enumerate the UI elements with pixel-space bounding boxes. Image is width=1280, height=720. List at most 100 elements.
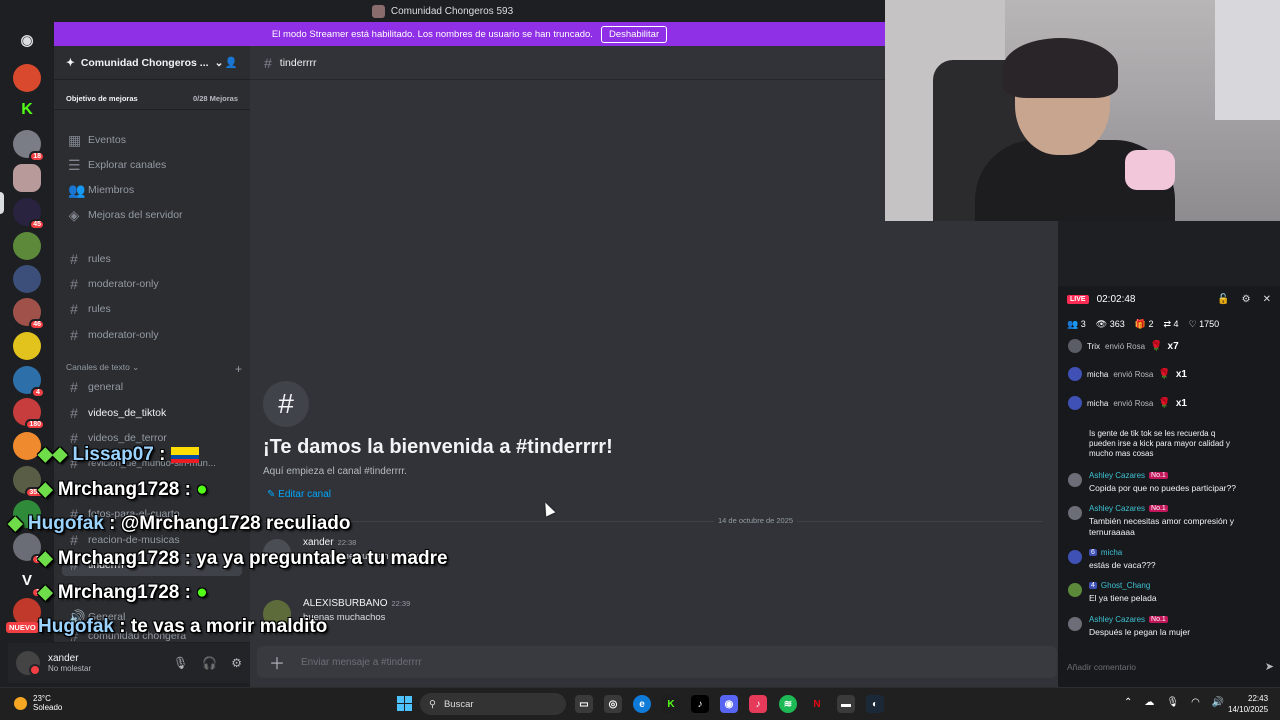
terminal-icon[interactable]: ▬: [837, 695, 855, 713]
chevron-down-icon: ⌄: [214, 56, 224, 69]
sidebar-item-events[interactable]: ▦ Eventos: [62, 129, 242, 151]
list-icon: ☰: [68, 156, 81, 173]
server-icon[interactable]: [13, 265, 41, 293]
sidebar-item-browse-channels[interactable]: ☰ Explorar canales: [62, 154, 242, 176]
rose-icon: 🌹: [1158, 397, 1171, 409]
server-icon[interactable]: 46: [13, 298, 45, 330]
hash-icon: #: [70, 276, 78, 292]
weather-temp: 23°C: [33, 694, 51, 703]
server-icon[interactable]: [13, 232, 41, 260]
message-author[interactable]: ALEXISBURBANO: [303, 598, 387, 609]
microphone-icon[interactable]: 🎙: [1166, 697, 1179, 708]
tiktok-studio-icon[interactable]: ♪: [749, 695, 767, 713]
diamond-icon: ◆: [38, 548, 58, 569]
chevron-down-icon: ⌄: [132, 362, 140, 372]
overlay-text: ya ya preguntale a tu madre: [196, 548, 448, 569]
cloud-icon[interactable]: ☁: [1144, 697, 1154, 708]
server-icon[interactable]: [13, 332, 41, 360]
weather-widget[interactable]: 23°C Soleado: [14, 694, 62, 712]
tiktok-icon[interactable]: ♪: [691, 695, 709, 713]
add-channel-icon[interactable]: +: [235, 362, 242, 376]
channel-title: tinderrrr: [279, 56, 317, 69]
spotify-icon[interactable]: ≋: [779, 695, 797, 713]
close-icon[interactable]: ✕: [1263, 294, 1271, 305]
sidebar-item-server-boosts[interactable]: ◈ Mejoras del servidor: [62, 204, 242, 226]
file-explorer-icon[interactable]: ▭: [575, 695, 593, 713]
windows-start-icon[interactable]: [397, 696, 412, 711]
edit-channel-link[interactable]: ✎ Editar canal: [267, 489, 331, 500]
message-composer[interactable]: ＋ Enviar mensaje a #tinderrrr: [257, 646, 1057, 678]
overlay-chat-line: ◆ Mrchang1728 : ●: [38, 582, 208, 603]
edge-icon[interactable]: e: [633, 695, 651, 713]
ecuador-flag-icon: [170, 446, 199, 463]
invite-people-icon[interactable]: 👤: [225, 56, 238, 69]
server-icon[interactable]: 45: [13, 198, 45, 230]
obs-icon[interactable]: ◎: [604, 695, 622, 713]
discord-icon[interactable]: ◉: [720, 695, 738, 713]
composer-placeholder: Enviar mensaje a #tinderrrr: [301, 656, 422, 668]
gift-count: x7: [1167, 340, 1179, 352]
server-header[interactable]: ✦ Comunidad Chongeros ... ⌄ 👤: [54, 46, 250, 80]
kick-icon[interactable]: K: [662, 695, 680, 713]
kick-server-icon[interactable]: K: [13, 96, 41, 124]
server-icon[interactable]: 18: [13, 130, 45, 162]
boost-goal-bar[interactable]: Objetivo de mejoras 0/28 Mejoras: [54, 88, 250, 110]
overlay-chat-line: Hugofak : te vas a morir maldito: [38, 616, 328, 637]
steam-icon[interactable]: ◐: [866, 695, 884, 713]
channel-rules[interactable]: # rules: [62, 298, 242, 320]
discord-home-icon[interactable]: ◉: [13, 26, 41, 54]
channel-label: general: [88, 381, 124, 393]
channel-label: rules: [88, 303, 111, 315]
mention-badge: 45: [29, 219, 45, 230]
search-label: Buscar: [443, 698, 474, 710]
sidebar-item-members[interactable]: 👥 Miembros: [62, 179, 242, 201]
server-icon[interactable]: 356: [13, 466, 45, 498]
server-icon[interactable]: [13, 64, 41, 92]
system-clock[interactable]: 22:43 14/10/2025: [1228, 693, 1268, 715]
server-name: Comunidad Chongeros ...: [80, 56, 209, 69]
headphones-icon[interactable]: 🎧: [202, 656, 217, 670]
add-attachment-icon[interactable]: ＋: [269, 650, 285, 674]
active-server-icon[interactable]: [13, 164, 41, 192]
server-icon[interactable]: 4: [13, 366, 45, 398]
settings-icon[interactable]: ⚙: [1242, 294, 1251, 305]
boost-label: Objetivo de mejoras: [66, 94, 138, 103]
microphone-icon[interactable]: 🎙: [173, 656, 188, 670]
new-badge: NUEVO: [6, 622, 39, 633]
avatar[interactable]: [16, 651, 41, 676]
avatar: [1068, 367, 1082, 381]
eye-icon: 👁: [1095, 319, 1108, 329]
members-icon: 👥: [68, 181, 86, 198]
mention-badge: 4: [31, 387, 45, 398]
channel-moderator-only[interactable]: # moderator-only: [62, 324, 242, 346]
disable-streamer-button[interactable]: Deshabilitar: [600, 25, 668, 43]
server-icon[interactable]: 2: [13, 533, 45, 565]
gift-action: envió Rosa: [1113, 369, 1154, 379]
stat-views: 363: [1109, 319, 1125, 329]
send-icon[interactable]: ➤: [1265, 660, 1274, 673]
channel-videos-de-tiktok[interactable]: # videos_de_tiktok: [62, 402, 242, 424]
channel-label: moderator-only: [88, 329, 159, 341]
user-panel: xander No molestar 🎙 🎧 ⚙: [8, 643, 250, 683]
overlay-text: @Mrchang1728 reculiado: [120, 513, 351, 534]
rank-badge: No.1: [1149, 505, 1168, 512]
wifi-icon[interactable]: ◠: [1191, 697, 1200, 708]
emote-icon: ●: [196, 582, 208, 603]
live-comment-input[interactable]: Añadir comentario: [1067, 662, 1136, 672]
gift-action: envió Rosa: [1113, 398, 1154, 408]
channel-rules[interactable]: # rules: [62, 248, 242, 270]
live-badge: LIVE: [1067, 294, 1089, 304]
lock-icon[interactable]: 🔓: [1217, 294, 1229, 305]
gear-icon[interactable]: ⚙: [231, 656, 242, 670]
channel-moderator-only[interactable]: # moderator-only: [62, 273, 242, 295]
volume-icon[interactable]: 🔊: [1212, 697, 1224, 708]
overlay-text: te vas a morir maldito: [130, 616, 328, 637]
taskbar-search[interactable]: ⚲ Buscar: [420, 693, 566, 715]
server-icon[interactable]: [13, 432, 41, 460]
channel-general[interactable]: # general: [62, 376, 242, 398]
server-icon[interactable]: 180: [13, 398, 45, 430]
netflix-icon[interactable]: N: [808, 695, 826, 713]
category-text-channels[interactable]: Canales de texto ⌄ +: [66, 362, 242, 376]
v-server-icon[interactable]: V1: [13, 566, 45, 598]
chevron-up-icon[interactable]: ⌃: [1124, 697, 1132, 708]
